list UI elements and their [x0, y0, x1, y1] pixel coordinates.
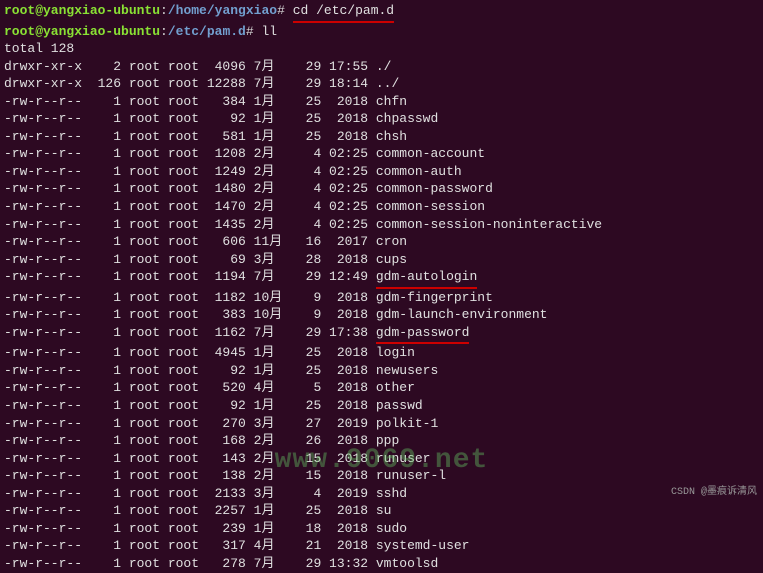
- file-name: common-account: [376, 146, 485, 161]
- cwd: /etc/pam.d: [168, 24, 246, 39]
- file-row: -rw-r--r-- 1 root root 1249 2月 4 02:25 c…: [4, 163, 759, 181]
- file-name: ppp: [376, 433, 399, 448]
- file-row: -rw-r--r-- 1 root root 1480 2月 4 02:25 c…: [4, 180, 759, 198]
- file-name: chsh: [376, 129, 407, 144]
- file-row: -rw-r--r-- 1 root root 317 4月 21 2018 sy…: [4, 537, 759, 555]
- file-name: cron: [376, 234, 407, 249]
- file-row: -rw-r--r-- 1 root root 92 1月 25 2018 pas…: [4, 397, 759, 415]
- file-row: -rw-r--r-- 1 root root 383 10月 9 2018 gd…: [4, 306, 759, 324]
- prompt-symbol: #: [277, 3, 285, 18]
- file-name: cups: [376, 252, 407, 267]
- file-row: -rw-r--r-- 1 root root 4945 1月 25 2018 l…: [4, 344, 759, 362]
- file-row: -rw-r--r-- 1 root root 1162 7月 29 17:38 …: [4, 324, 759, 345]
- file-name: newusers: [376, 363, 438, 378]
- file-row: -rw-r--r-- 1 root root 1470 2月 4 02:25 c…: [4, 198, 759, 216]
- file-name: vmtoolsd: [376, 556, 438, 571]
- file-name: ../: [376, 76, 399, 91]
- total-line: total 128: [4, 40, 759, 58]
- file-row: -rw-r--r-- 1 root root 69 3月 28 2018 cup…: [4, 251, 759, 269]
- file-name: gdm-launch-environment: [376, 307, 548, 322]
- footer-credit: CSDN @墨痕诉清风: [671, 486, 757, 500]
- command-cd: cd /etc/pam.d: [293, 2, 394, 23]
- prompt-symbol: #: [246, 24, 254, 39]
- file-name: chpasswd: [376, 111, 438, 126]
- file-row: -rw-r--r-- 1 root root 1435 2月 4 02:25 c…: [4, 216, 759, 234]
- file-row: -rw-r--r-- 1 root root 606 11月 16 2017 c…: [4, 233, 759, 251]
- file-row: -rw-r--r-- 1 root root 138 2月 15 2018 ru…: [4, 467, 759, 485]
- file-row: -rw-r--r-- 1 root root 2257 1月 25 2018 s…: [4, 502, 759, 520]
- file-row: -rw-r--r-- 1 root root 92 1月 25 2018 chp…: [4, 110, 759, 128]
- file-row: drwxr-xr-x 126 root root 12288 7月 29 18:…: [4, 75, 759, 93]
- file-name: passwd: [376, 398, 423, 413]
- file-name: common-auth: [376, 164, 462, 179]
- command-ll: ll: [261, 24, 277, 39]
- file-name: ./: [376, 59, 392, 74]
- file-row: -rw-r--r-- 1 root root 384 1月 25 2018 ch…: [4, 93, 759, 111]
- user-host: root@yangxiao-ubuntu: [4, 3, 160, 18]
- file-row: -rw-r--r-- 1 root root 1208 2月 4 02:25 c…: [4, 145, 759, 163]
- terminal-output[interactable]: root@yangxiao-ubuntu:/home/yangxiao# cd …: [4, 2, 759, 573]
- user-host: root@yangxiao-ubuntu: [4, 24, 160, 39]
- prompt-line-1: root@yangxiao-ubuntu:/home/yangxiao# cd …: [4, 2, 759, 23]
- file-name: gdm-password: [376, 324, 470, 345]
- file-row: -rw-r--r-- 1 root root 143 2月 15 2018 ru…: [4, 450, 759, 468]
- file-name: su: [376, 503, 392, 518]
- file-row: -rw-r--r-- 1 root root 239 1月 18 2018 su…: [4, 520, 759, 538]
- file-row: -rw-r--r-- 1 root root 168 2月 26 2018 pp…: [4, 432, 759, 450]
- cwd: /home/yangxiao: [168, 3, 277, 18]
- file-name: polkit-1: [376, 416, 438, 431]
- file-row: -rw-r--r-- 1 root root 520 4月 5 2018 oth…: [4, 379, 759, 397]
- file-name: sshd: [376, 486, 407, 501]
- file-name: runuser: [376, 451, 431, 466]
- file-name: other: [376, 380, 415, 395]
- file-name: sudo: [376, 521, 407, 536]
- file-row: drwxr-xr-x 2 root root 4096 7月 29 17:55 …: [4, 58, 759, 76]
- file-name: gdm-autologin: [376, 268, 477, 289]
- file-row: -rw-r--r-- 1 root root 1182 10月 9 2018 g…: [4, 289, 759, 307]
- file-name: gdm-fingerprint: [376, 290, 493, 305]
- file-name: login: [376, 345, 415, 360]
- file-row: -rw-r--r-- 1 root root 581 1月 25 2018 ch…: [4, 128, 759, 146]
- file-name: chfn: [376, 94, 407, 109]
- file-row: -rw-r--r-- 1 root root 1194 7月 29 12:49 …: [4, 268, 759, 289]
- file-row: -rw-r--r-- 1 root root 278 7月 29 13:32 v…: [4, 555, 759, 573]
- file-name: systemd-user: [376, 538, 470, 553]
- file-name: common-password: [376, 181, 493, 196]
- prompt-line-2: root@yangxiao-ubuntu:/etc/pam.d# ll: [4, 23, 759, 41]
- file-name: common-session: [376, 199, 485, 214]
- file-listing: drwxr-xr-x 2 root root 4096 7月 29 17:55 …: [4, 58, 759, 573]
- file-name: runuser-l: [376, 468, 446, 483]
- file-row: -rw-r--r-- 1 root root 270 3月 27 2019 po…: [4, 415, 759, 433]
- file-name: common-session-noninteractive: [376, 217, 602, 232]
- file-row: -rw-r--r-- 1 root root 92 1月 25 2018 new…: [4, 362, 759, 380]
